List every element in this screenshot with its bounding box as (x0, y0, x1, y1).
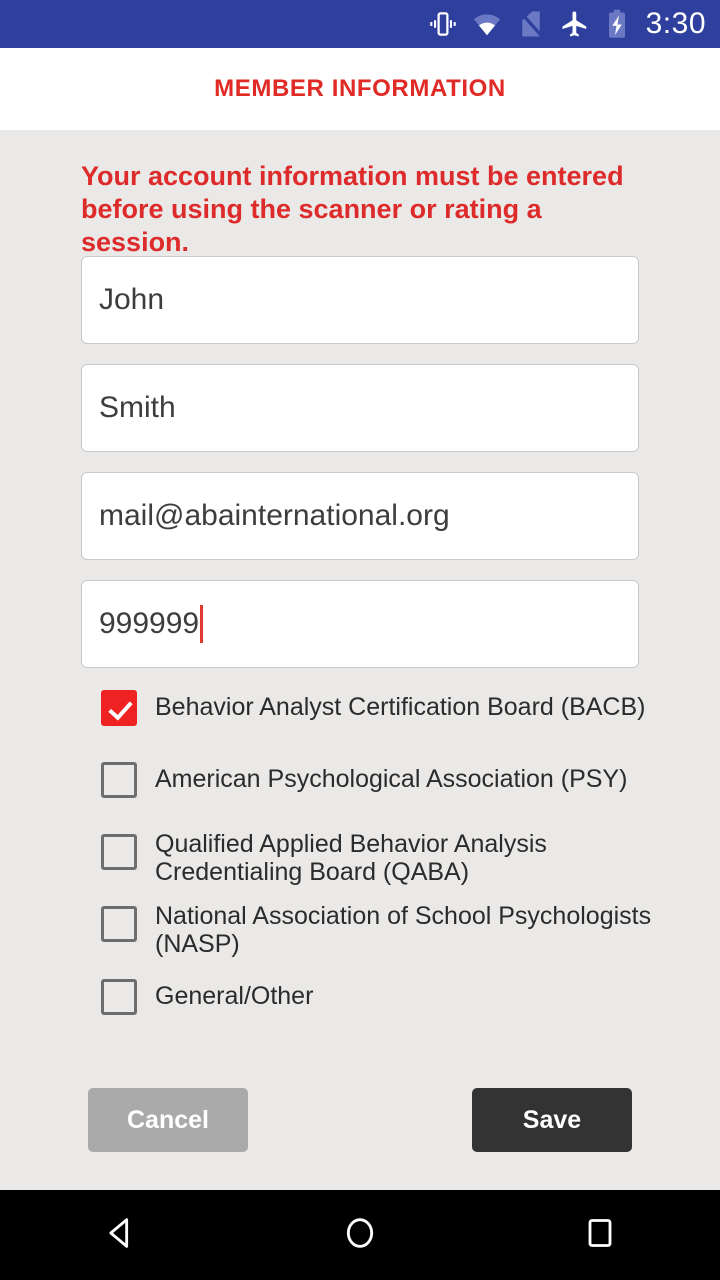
checkbox-label-general-other: General/Other (155, 982, 314, 1010)
checkbox-bacb[interactable] (101, 690, 137, 726)
member-id-value: 999999 (99, 607, 200, 640)
last-name-value: Smith (99, 391, 176, 424)
first-name-field[interactable]: John (81, 256, 639, 344)
checkbox-row-general-other[interactable]: General/Other (101, 979, 313, 1015)
warning-message: Your account information must be entered… (81, 161, 624, 257)
page-title: MEMBER INFORMATION (214, 75, 506, 102)
no-sim-icon (516, 9, 546, 39)
recents-icon (580, 1213, 620, 1258)
checkbox-label-bacb: Behavior Analyst Certification Board (BA… (155, 693, 646, 721)
home-button[interactable] (300, 1190, 420, 1280)
checkbox-general-other[interactable] (101, 979, 137, 1015)
back-button[interactable] (60, 1190, 180, 1280)
checkbox-row-nasp[interactable]: National Association of School Psycholog… (101, 902, 675, 958)
checkbox-label-qaba: Qualified Applied Behavior Analysis Cred… (155, 830, 547, 886)
checkbox-row-psy[interactable]: American Psychological Association (PSY) (101, 762, 627, 798)
checkbox-label-nasp: National Association of School Psycholog… (155, 902, 652, 958)
status-bar: 3:30 (0, 0, 720, 48)
recents-button[interactable] (540, 1190, 660, 1280)
home-icon (340, 1213, 380, 1258)
cancel-button[interactable]: Cancel (88, 1088, 248, 1152)
save-button-label: Save (522, 1105, 582, 1134)
battery-charging-icon (604, 9, 630, 39)
wifi-icon (472, 9, 502, 39)
email-value: mail@abainternational.org (99, 499, 450, 532)
cancel-button-label: Cancel (127, 1105, 209, 1134)
title-bar: MEMBER INFORMATION (0, 48, 720, 130)
member-id-field[interactable]: 999999 (81, 580, 639, 668)
checkbox-psy[interactable] (101, 762, 137, 798)
checkbox-row-bacb[interactable]: Behavior Analyst Certification Board (BA… (101, 690, 646, 726)
back-icon (100, 1213, 140, 1258)
save-button[interactable]: Save (472, 1088, 632, 1152)
airplane-mode-icon (560, 9, 590, 39)
checkbox-qaba[interactable] (101, 834, 137, 870)
checkbox-nasp[interactable] (101, 906, 137, 942)
member-information-form: Your account information must be entered… (0, 130, 720, 1190)
android-navigation-bar (0, 1190, 720, 1280)
checkbox-label-psy: American Psychological Association (PSY) (155, 765, 628, 793)
app-screen: 3:30 MEMBER INFORMATION Your account inf… (0, 0, 720, 1280)
email-field[interactable]: mail@abainternational.org (81, 472, 639, 560)
status-clock: 3:30 (645, 7, 706, 40)
text-caret (200, 605, 204, 643)
last-name-field[interactable]: Smith (81, 364, 639, 452)
checkbox-row-qaba[interactable]: Qualified Applied Behavior Analysis Cred… (101, 830, 675, 886)
first-name-value: John (99, 283, 165, 316)
vibrate-icon (428, 9, 458, 39)
